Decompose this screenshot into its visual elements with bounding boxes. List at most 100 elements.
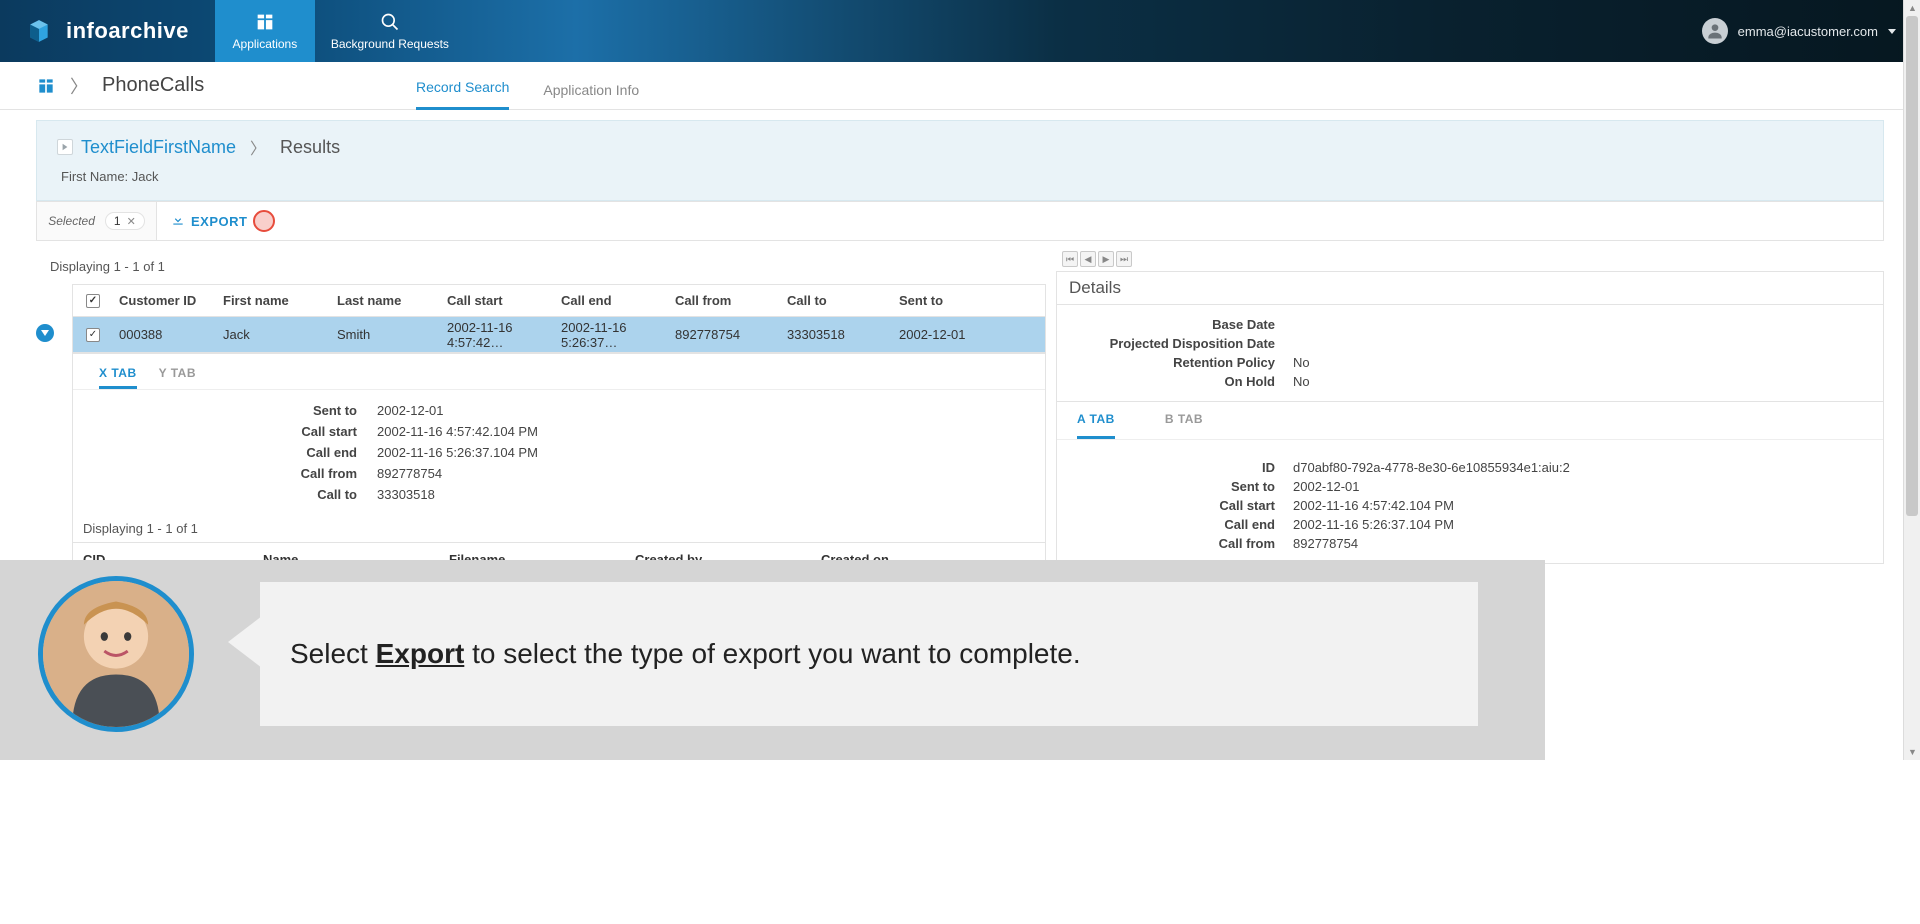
- search-icon: [379, 11, 401, 33]
- row-tab-x[interactable]: X TAB: [99, 360, 137, 389]
- col-call-from[interactable]: Call from: [675, 293, 787, 308]
- row-expand-toggle[interactable]: [36, 324, 54, 342]
- collapse-toggle-icon[interactable]: [57, 139, 73, 155]
- brand-name: infoarchive: [66, 18, 189, 44]
- results-label: Results: [280, 137, 340, 158]
- coach-text-pre: Select: [290, 638, 376, 669]
- tab-application-info[interactable]: Application Info: [543, 70, 639, 110]
- pane-nav-controls: ⏮ ◀ ▶ ⏭: [1056, 251, 1912, 271]
- search-context-panel: TextFieldFirstName 〉 Results First Name:…: [36, 120, 1884, 201]
- d-value-call-end: 2002-11-16 5:26:37.104 PM: [1293, 517, 1454, 532]
- value-call-end: 2002-11-16 5:26:37.104 PM: [377, 445, 538, 460]
- cell-call-to: 33303518: [787, 327, 899, 342]
- results-container: Displaying 1 - 1 of 1 ✓ Customer ID Firs…: [0, 241, 1920, 577]
- nav-background-requests[interactable]: Background Requests: [315, 0, 465, 62]
- details-tabs: A TAB B TAB: [1057, 401, 1883, 440]
- value-call-from: 892778754: [377, 466, 442, 481]
- pane-last-icon[interactable]: ⏭: [1116, 251, 1132, 267]
- details-tab-a[interactable]: A TAB: [1077, 402, 1115, 439]
- row-expansion-panel: X TAB Y TAB Sent to2002-12-01 Call start…: [72, 354, 1046, 577]
- applications-icon: [254, 11, 276, 33]
- nav-background-requests-label: Background Requests: [331, 37, 449, 51]
- app-tabs: Record Search Application Info: [416, 62, 639, 110]
- details-title: Details: [1057, 272, 1883, 305]
- export-label: EXPORT: [191, 214, 247, 229]
- pane-first-icon[interactable]: ⏮: [1062, 251, 1078, 267]
- col-call-start[interactable]: Call start: [447, 293, 561, 308]
- person-icon: [43, 581, 189, 727]
- selected-count-pill: 1 ✕: [105, 212, 145, 230]
- pane-prev-icon[interactable]: ◀: [1080, 251, 1096, 267]
- results-grid: ✓ Customer ID First name Last name Call …: [72, 284, 1046, 354]
- col-first-name[interactable]: First name: [223, 293, 337, 308]
- speech-bubble-pointer-icon: [228, 616, 262, 668]
- app-header-row: 〉 PhoneCalls Record Search Application I…: [0, 62, 1920, 110]
- meta-label-hold: On Hold: [1073, 374, 1293, 389]
- displaying-text: Displaying 1 - 1 of 1: [36, 251, 1046, 284]
- app-icon[interactable]: [36, 76, 56, 96]
- cell-last-name: Smith: [337, 327, 447, 342]
- context-breadcrumb: TextFieldFirstName 〉 Results: [37, 121, 1883, 169]
- value-sent-to: 2002-12-01: [377, 403, 444, 418]
- col-call-end[interactable]: Call end: [561, 293, 675, 308]
- export-button[interactable]: EXPORT: [157, 213, 261, 230]
- details-tab-b[interactable]: B TAB: [1165, 402, 1203, 439]
- col-last-name[interactable]: Last name: [337, 293, 447, 308]
- col-call-to[interactable]: Call to: [787, 293, 899, 308]
- selected-count: 1: [114, 214, 121, 228]
- coach-text: Select Export to select the type of expo…: [290, 638, 1081, 670]
- label-call-start: Call start: [73, 424, 377, 439]
- d-label-call-start: Call start: [1073, 498, 1293, 513]
- app-title: PhoneCalls: [102, 74, 204, 97]
- top-header: infoarchive Applications Background Requ…: [0, 0, 1920, 62]
- results-toolbar: Selected 1 ✕ EXPORT: [36, 201, 1884, 241]
- breadcrumb-separator-icon: 〉: [250, 135, 266, 159]
- user-menu[interactable]: emma@iacustomer.com: [1678, 0, 1920, 62]
- value-call-to: 33303518: [377, 487, 435, 502]
- meta-value-retention: No: [1293, 355, 1310, 370]
- coach-bubble: Select Export to select the type of expo…: [260, 582, 1478, 726]
- details-meta: Base Date Projected Disposition Date Ret…: [1057, 305, 1883, 401]
- col-sent-to[interactable]: Sent to: [899, 293, 1011, 308]
- table-row[interactable]: ✓ 000388 Jack Smith 2002-11-16 4:57:42… …: [73, 317, 1045, 353]
- pane-next-icon[interactable]: ▶: [1098, 251, 1114, 267]
- cell-call-start: 2002-11-16 4:57:42…: [447, 320, 561, 350]
- scroll-up-icon[interactable]: ▲: [1904, 0, 1920, 16]
- row-checkbox[interactable]: ✓: [86, 328, 100, 342]
- details-body: IDd70abf80-792a-4778-8e30-6e10855934e1:a…: [1057, 440, 1883, 563]
- d-value-call-from: 892778754: [1293, 536, 1358, 551]
- nav-applications[interactable]: Applications: [215, 0, 315, 62]
- label-sent-to: Sent to: [73, 403, 377, 418]
- row-detail-tabs: X TAB Y TAB: [73, 354, 1045, 390]
- select-all-checkbox[interactable]: ✓: [86, 294, 100, 308]
- cell-first-name: Jack: [223, 327, 337, 342]
- meta-value-hold: No: [1293, 374, 1310, 389]
- brand-logo-icon: [26, 18, 52, 44]
- label-call-end: Call end: [73, 445, 377, 460]
- brand-block[interactable]: infoarchive: [0, 0, 215, 62]
- row-detail-body: Sent to2002-12-01 Call start2002-11-16 4…: [73, 390, 1045, 515]
- search-name-link[interactable]: TextFieldFirstName: [81, 137, 236, 158]
- tab-record-search[interactable]: Record Search: [416, 67, 509, 110]
- breadcrumb-separator-icon: 〉: [70, 73, 88, 99]
- details-panel: Details Base Date Projected Disposition …: [1056, 271, 1884, 564]
- col-customer-id[interactable]: Customer ID: [113, 293, 223, 308]
- clear-selection-icon[interactable]: ✕: [127, 215, 136, 228]
- sub-displaying-text: Displaying 1 - 1 of 1: [73, 515, 1045, 542]
- d-label-call-from: Call from: [1073, 536, 1293, 551]
- cell-customer-id: 000388: [113, 327, 223, 342]
- nav-applications-label: Applications: [233, 37, 298, 51]
- cell-call-end: 2002-11-16 5:26:37…: [561, 320, 675, 350]
- d-label-id: ID: [1073, 460, 1293, 475]
- coach-text-bold: Export: [376, 638, 465, 669]
- row-tab-y[interactable]: Y TAB: [159, 360, 196, 389]
- cell-sent-to: 2002-12-01: [899, 327, 1011, 342]
- grid-header: ✓ Customer ID First name Last name Call …: [73, 285, 1045, 317]
- cell-call-from: 892778754: [675, 327, 787, 342]
- vertical-scrollbar[interactable]: ▲ ▼: [1903, 0, 1920, 760]
- label-call-from: Call from: [73, 466, 377, 481]
- meta-label-base-date: Base Date: [1073, 317, 1293, 332]
- scroll-thumb[interactable]: [1906, 16, 1918, 516]
- scroll-down-icon[interactable]: ▼: [1904, 744, 1920, 760]
- selection-indicator: Selected 1 ✕: [37, 202, 157, 240]
